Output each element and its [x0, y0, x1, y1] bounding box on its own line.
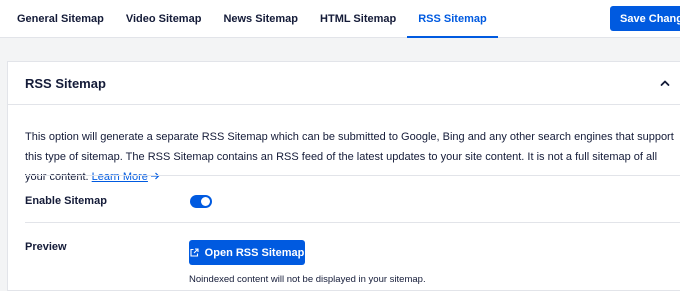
divider	[25, 222, 680, 223]
tab-video-sitemap[interactable]: Video Sitemap	[115, 0, 213, 38]
enable-sitemap-toggle[interactable]	[190, 195, 212, 208]
tab-general-sitemap[interactable]: General Sitemap	[0, 0, 115, 38]
tab-html-sitemap[interactable]: HTML Sitemap	[309, 0, 407, 38]
learn-more-label: Learn More	[91, 171, 148, 183]
enable-sitemap-label: Enable Sitemap	[25, 195, 107, 207]
open-rss-sitemap-button[interactable]: Open RSS Sitemap	[189, 240, 305, 265]
chevron-up-icon[interactable]	[660, 79, 670, 87]
save-changes-button[interactable]: Save Changes	[610, 6, 680, 31]
sitemap-tabs: General Sitemap Video Sitemap News Sitem…	[0, 0, 499, 38]
card-header[interactable]: RSS Sitemap	[8, 62, 680, 105]
external-link-icon	[190, 248, 199, 257]
tab-rss-sitemap[interactable]: RSS Sitemap	[407, 0, 499, 38]
open-rss-sitemap-label: Open RSS Sitemap	[204, 246, 305, 259]
tab-news-sitemap[interactable]: News Sitemap	[212, 0, 309, 38]
top-navigation-bar: General Sitemap Video Sitemap News Sitem…	[0, 0, 680, 38]
learn-more-link[interactable]: Learn More	[92, 171, 148, 183]
noindex-note: Noindexed content will not be displayed …	[189, 274, 426, 285]
divider	[25, 175, 680, 176]
rss-description: This option will generate a separate RSS…	[25, 127, 675, 187]
toggle-knob	[201, 197, 210, 206]
preview-label: Preview	[25, 241, 67, 253]
arrow-right-icon	[150, 172, 160, 180]
card-title: RSS Sitemap	[25, 76, 106, 91]
rss-sitemap-card: RSS Sitemap This option will generate a …	[7, 61, 680, 291]
